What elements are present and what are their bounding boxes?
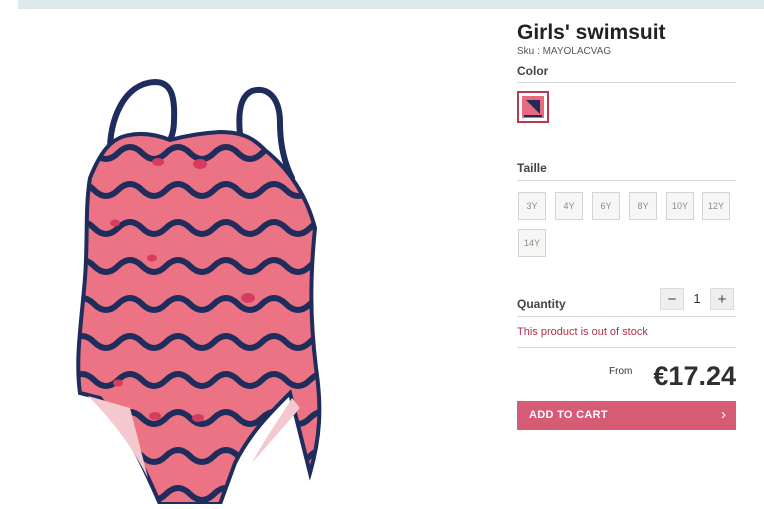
product-info-panel: Girls' swimsuit Sku : MAYOLACVAG Color T…	[517, 20, 736, 430]
price-from-label: From	[609, 366, 633, 377]
quantity-value[interactable]: 1	[688, 291, 706, 306]
color-divider	[517, 82, 736, 83]
color-label: Color	[517, 64, 549, 78]
swatch-pattern	[522, 96, 544, 118]
product-image[interactable]	[70, 78, 340, 506]
size-option-12y[interactable]: 12Y	[702, 192, 730, 220]
size-divider	[517, 180, 736, 181]
product-title: Girls' swimsuit	[517, 21, 666, 44]
stock-divider	[517, 347, 736, 348]
chevron-right-icon: ›	[721, 406, 726, 423]
quantity-divider	[517, 316, 736, 317]
size-option-14y[interactable]: 14Y	[518, 229, 546, 257]
top-banner-bar	[18, 0, 764, 9]
product-price: €17.24	[653, 361, 736, 391]
add-to-cart-label: ADD TO CART	[529, 409, 608, 421]
swatch-graphic	[522, 96, 544, 118]
product-sku: Sku : MAYOLACVAG	[517, 46, 612, 57]
size-option-8y[interactable]: 8Y	[629, 192, 657, 220]
quantity-label: Quantity	[517, 297, 566, 311]
quantity-increase-button[interactable]: +	[710, 288, 734, 310]
color-swatch[interactable]	[517, 91, 549, 123]
size-option-4y[interactable]: 4Y	[555, 192, 583, 220]
size-option-6y[interactable]: 6Y	[592, 192, 620, 220]
stock-status-message: This product is out of stock	[517, 326, 648, 338]
size-option-3y[interactable]: 3Y	[518, 192, 546, 220]
add-to-cart-button[interactable]: ADD TO CART ›	[517, 401, 736, 430]
size-label: Taille	[517, 161, 547, 175]
size-option-10y[interactable]: 10Y	[666, 192, 694, 220]
swimsuit-illustration	[76, 78, 322, 506]
quantity-decrease-button[interactable]: −	[660, 288, 684, 310]
